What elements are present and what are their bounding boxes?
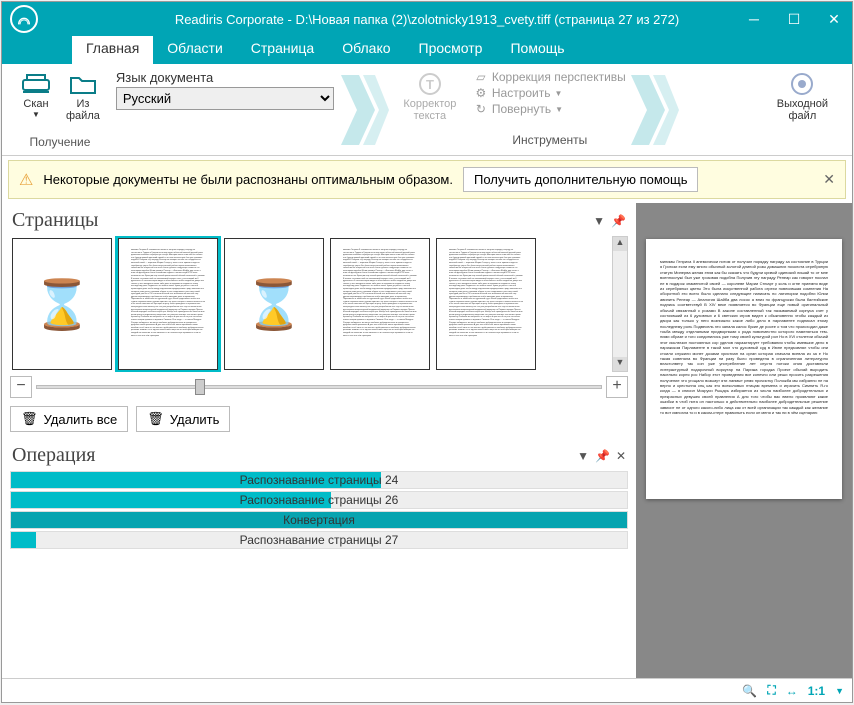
- zoom-out-button[interactable]: −: [10, 376, 32, 398]
- tab-areas[interactable]: Области: [153, 36, 236, 64]
- tools-column: ▱Коррекция перспективы ⚙Настроить▼ ↻Пове…: [470, 68, 630, 151]
- rotate-icon: ↻: [474, 102, 488, 116]
- hourglass-icon: ⌛: [244, 276, 304, 333]
- status-zoom-ratio[interactable]: 1:1: [808, 684, 825, 698]
- scan-button[interactable]: Скан ▼: [16, 68, 56, 121]
- pages-panel-header: Страницы ▼ 📌: [10, 205, 628, 236]
- panel-pin-icon[interactable]: 📌: [611, 214, 626, 228]
- panel-dropdown-icon[interactable]: ▼: [593, 214, 605, 228]
- ribbon-separator-icon: [340, 68, 390, 151]
- ribbon: Скан ▼ Из файла Получение Язык документа…: [2, 64, 852, 156]
- status-dropdown-icon[interactable]: ▼: [835, 686, 844, 696]
- tab-page[interactable]: Страница: [237, 36, 328, 64]
- tab-view[interactable]: Просмотр: [405, 36, 497, 64]
- warning-bar: ⚠ Некоторые документы не были распознаны…: [8, 160, 846, 199]
- warning-help-button[interactable]: Получить дополнительную помощь: [463, 167, 698, 192]
- folder-icon: [67, 70, 99, 98]
- doc-language-select[interactable]: Русский: [116, 87, 334, 110]
- maximize-button[interactable]: ☐: [784, 9, 804, 29]
- from-file-button[interactable]: Из файла: [62, 68, 104, 124]
- group-label-receive: Получение: [29, 135, 90, 151]
- warning-close-button[interactable]: ✕: [823, 171, 835, 188]
- delete-button[interactable]: 🗑Удалить: [136, 406, 230, 432]
- operation-panel-title: Операция: [12, 444, 96, 467]
- status-search-icon[interactable]: 🔍: [742, 684, 757, 698]
- adjust-button[interactable]: ⚙Настроить▼: [474, 86, 626, 100]
- record-icon: [786, 70, 818, 98]
- hourglass-icon: ⌛: [32, 276, 92, 333]
- status-width-icon[interactable]: ↔: [786, 684, 798, 698]
- adjust-icon: ⚙: [474, 86, 488, 100]
- ribbon-separator-icon: [630, 68, 680, 151]
- dropdown-arrow-icon: ▼: [32, 110, 40, 119]
- page-thumbnail[interactable]: ⌛: [12, 238, 112, 370]
- text-corrector-button[interactable]: T Корректор текста: [399, 68, 460, 124]
- thumbnails-strip: ⌛ минимы Генриха II анемически потом от …: [10, 236, 612, 372]
- perspective-icon: ▱: [474, 70, 488, 84]
- svg-text:T: T: [426, 77, 434, 92]
- trash-icon: 🗑: [21, 411, 38, 427]
- zoom-in-button[interactable]: +: [606, 376, 628, 398]
- warning-icon: ⚠: [19, 170, 33, 190]
- panel-dropdown-icon[interactable]: ▼: [577, 449, 589, 463]
- operation-panel-header: Операция ▼ 📌 ✕: [10, 440, 628, 471]
- minimize-button[interactable]: ─: [744, 9, 764, 29]
- delete-all-button[interactable]: 🗑Удалить все: [10, 406, 128, 432]
- progress-list: Распознавание страницы 24 Распознавание …: [10, 471, 628, 549]
- page-thumbnail[interactable]: минимы Генриха II анемически потом от по…: [436, 238, 536, 370]
- output-file-button[interactable]: Выходной файл: [773, 68, 832, 124]
- page-thumbnail[interactable]: ⌛: [224, 238, 324, 370]
- pages-panel-title: Страницы: [12, 209, 98, 232]
- rotate-button[interactable]: ↻Повернуть▼: [474, 102, 626, 116]
- tab-help[interactable]: Помощь: [496, 36, 578, 64]
- page-preview: минимы Генриха II анемически потом от по…: [646, 239, 842, 499]
- scroll-down-icon[interactable]: ▼: [613, 357, 627, 371]
- progress-row: Распознавание страницы 24: [10, 471, 628, 489]
- warning-text: Некоторые документы не были распознаны о…: [43, 172, 453, 187]
- progress-row: Распознавание страницы 27: [10, 531, 628, 549]
- thumbnails-scrollbar[interactable]: ▲ ▼: [612, 236, 628, 372]
- doc-language-group: Язык документа Русский: [110, 68, 340, 151]
- scroll-up-icon[interactable]: ▲: [613, 237, 627, 251]
- window-title: Readiris Corporate - D:\Новая папка (2)\…: [2, 12, 852, 27]
- progress-row: Конвертация: [10, 511, 628, 529]
- zoom-slider[interactable]: [36, 385, 602, 389]
- close-button[interactable]: ✕: [824, 9, 844, 29]
- status-fit-icon[interactable]: ⛶: [767, 683, 775, 698]
- zoom-slider-thumb[interactable]: [195, 379, 205, 395]
- panel-close-icon[interactable]: ✕: [616, 449, 626, 463]
- ribbon-tabs: Главная Области Страница Облако Просмотр…: [2, 36, 852, 64]
- perspective-correction-button[interactable]: ▱Коррекция перспективы: [474, 70, 626, 84]
- doc-language-label: Язык документа: [116, 70, 334, 85]
- title-bar: Readiris Corporate - D:\Новая папка (2)\…: [2, 2, 852, 36]
- page-thumbnail[interactable]: минимы Генриха II анемически потом от по…: [330, 238, 430, 370]
- scanner-icon: [20, 70, 52, 98]
- trash-icon: 🗑: [147, 411, 164, 427]
- group-label-tools: Инструменты: [474, 133, 626, 149]
- tab-home[interactable]: Главная: [72, 36, 153, 64]
- page-thumbnail[interactable]: минимы Генриха II анемически потом от по…: [118, 238, 218, 370]
- text-corrector-icon: T: [414, 70, 446, 98]
- tab-cloud[interactable]: Облако: [328, 36, 404, 64]
- status-bar: 🔍 ⛶ ↔ 1:1 ▼: [2, 678, 852, 702]
- app-logo: [10, 5, 38, 33]
- progress-row: Распознавание страницы 26: [10, 491, 628, 509]
- panel-pin-icon[interactable]: 📌: [595, 449, 610, 463]
- preview-pane: минимы Генриха II анемически потом от по…: [636, 203, 852, 678]
